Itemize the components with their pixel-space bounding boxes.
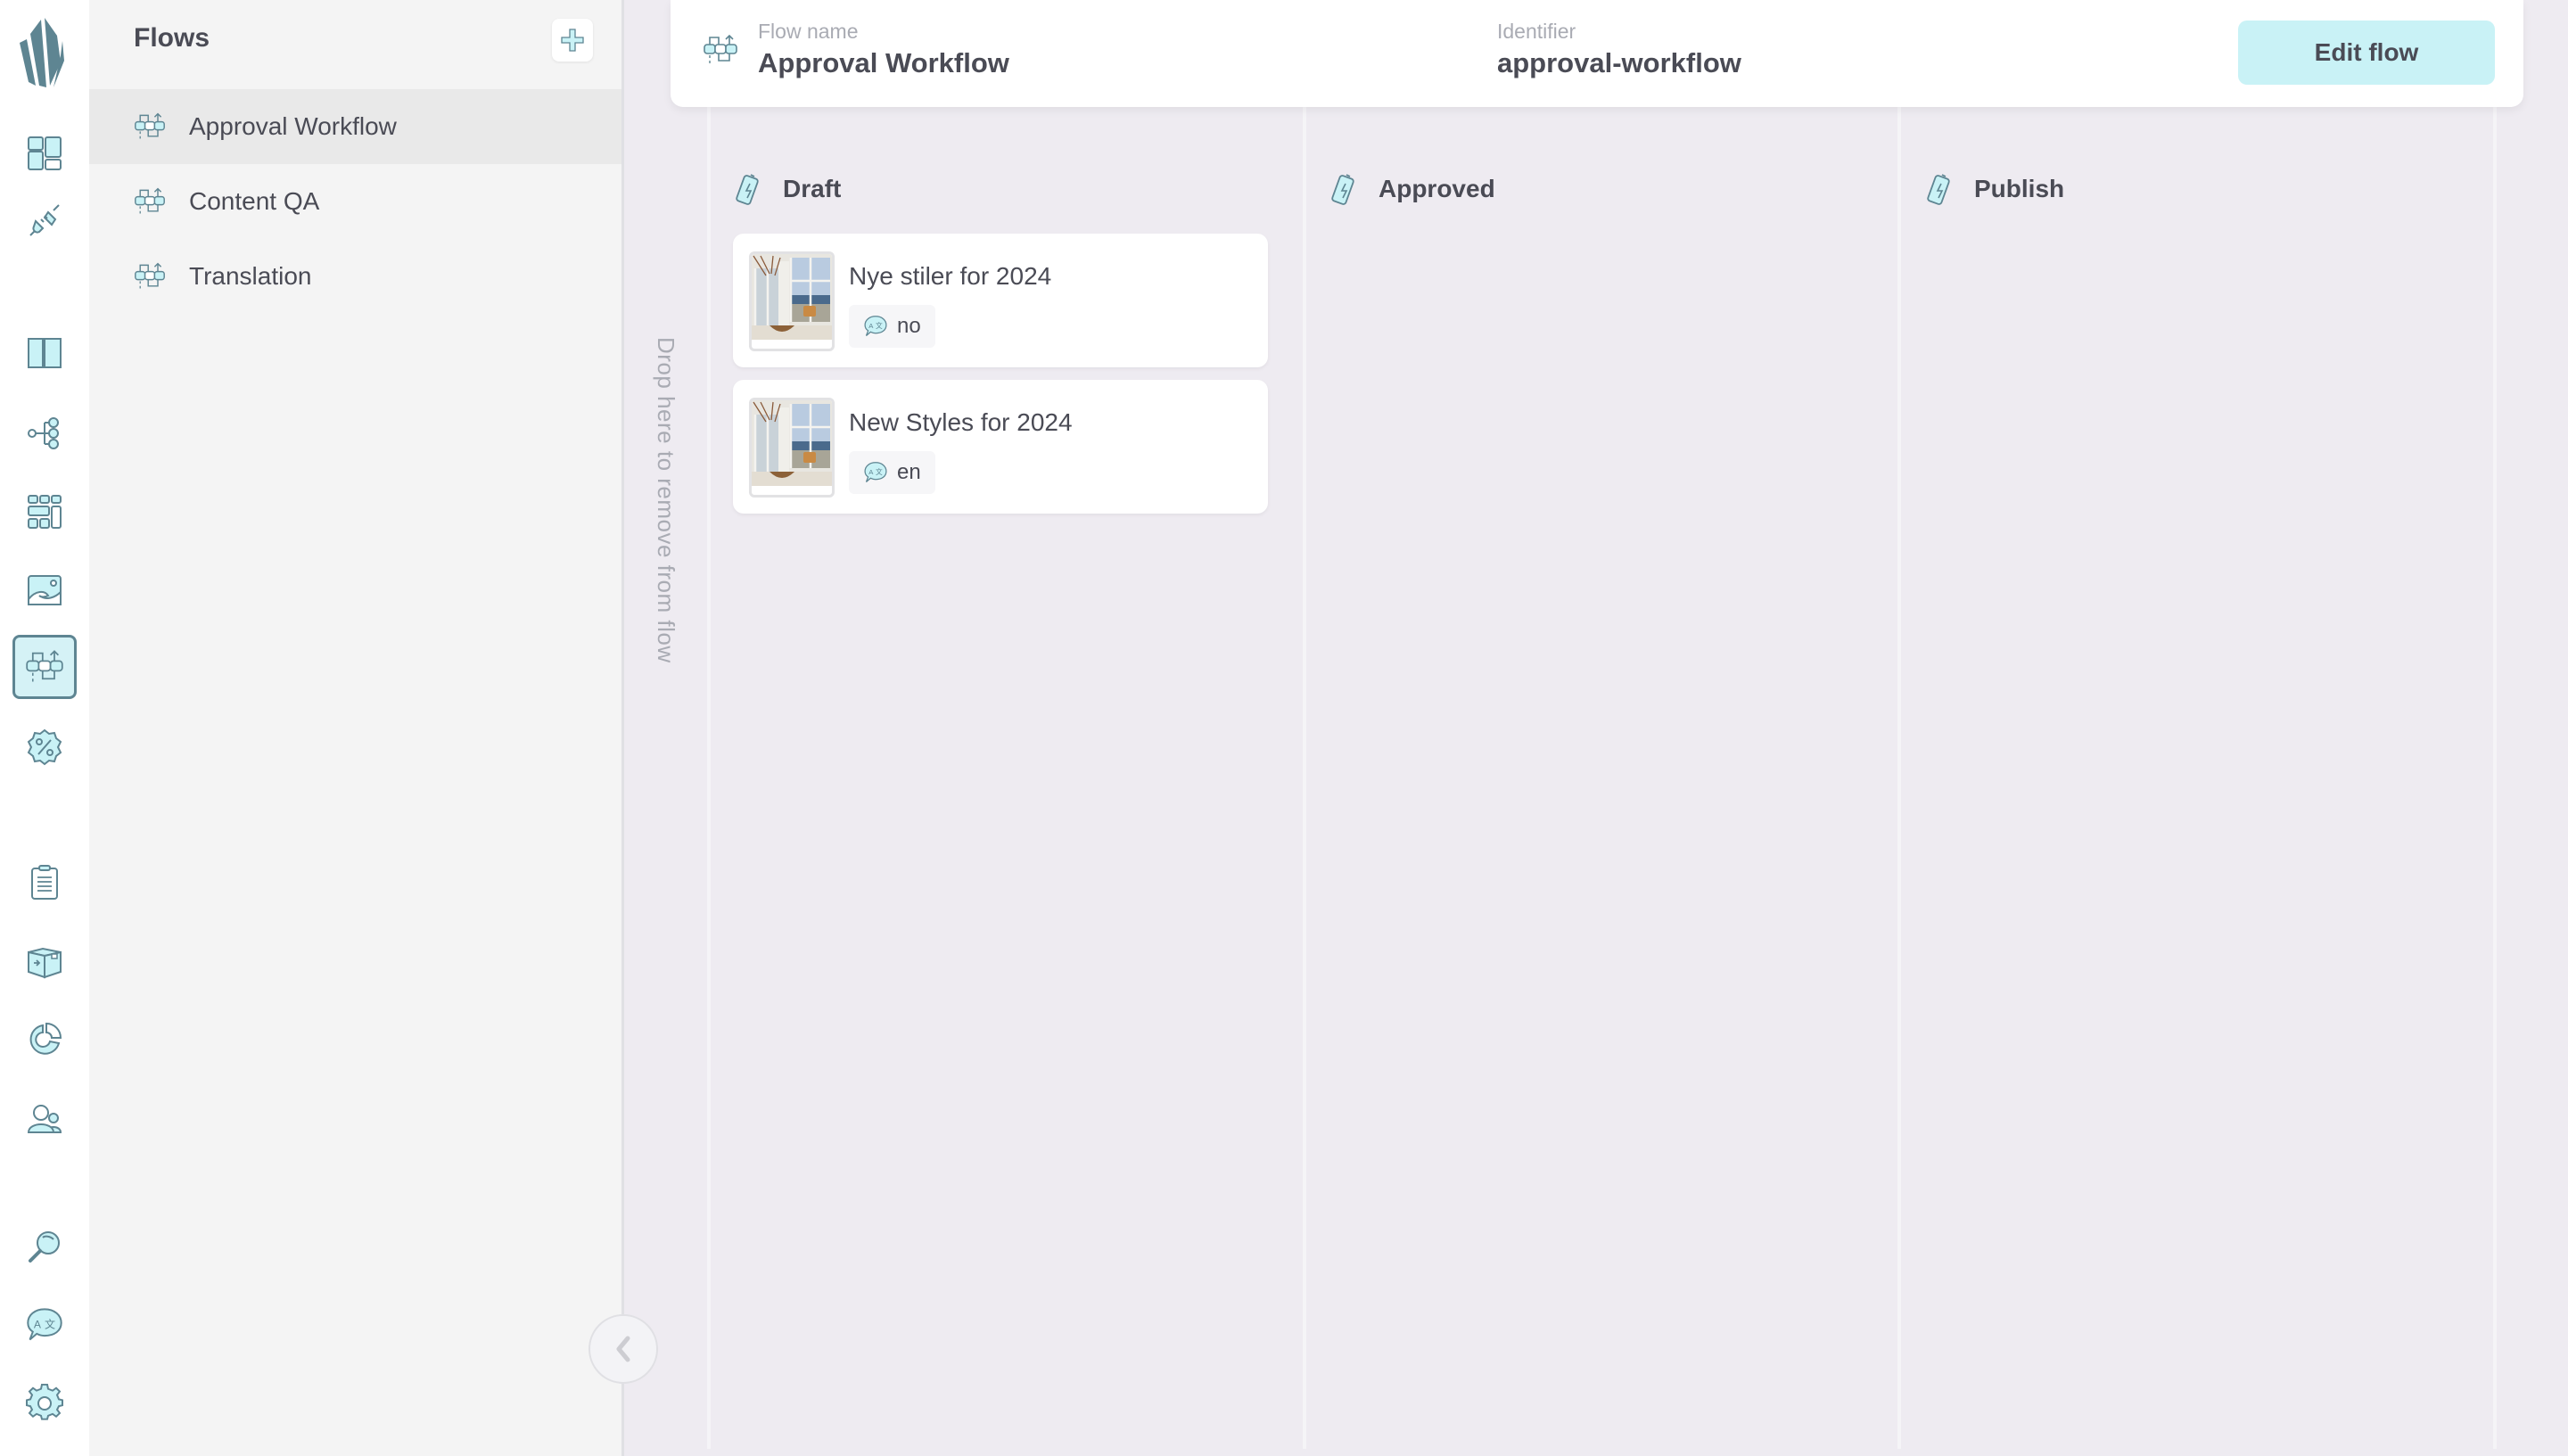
add-flow-button[interactable] [552, 19, 593, 62]
gear-icon [26, 1384, 63, 1420]
edit-flow-button[interactable]: Edit flow [2238, 21, 2495, 85]
logo-icon[interactable] [16, 14, 73, 89]
column-divider [707, 107, 711, 1449]
plus-icon [561, 29, 584, 52]
identifier-field: Identifier approval-workflow [1497, 20, 1741, 79]
flow-card[interactable]: Nye stiler for 2024 no [733, 234, 1268, 367]
flow-card[interactable]: New Styles for 2024 en [733, 380, 1268, 514]
dashboard-icon [28, 136, 62, 170]
flow-header: Flow name Approval Workflow Identifier a… [671, 0, 2523, 107]
column-divider [2493, 107, 2497, 1449]
stage-icon [733, 171, 767, 207]
flow-icon [134, 111, 166, 143]
rail-item-settings[interactable] [12, 1371, 77, 1435]
rail-item-orders[interactable] [12, 851, 77, 915]
rail-item-flows[interactable] [12, 635, 77, 699]
image-icon [28, 575, 62, 605]
flow-name-label: Flow name [758, 20, 859, 43]
clipboard-icon [31, 865, 58, 900]
stage-icon [1924, 171, 1958, 207]
flows-sidebar: Flows Approval Workflow Content QA Trans… [89, 0, 624, 1456]
discount-icon [27, 728, 62, 766]
translate-icon [863, 314, 888, 339]
flow-icon [134, 185, 166, 218]
flow-item-label: Approval Workflow [189, 112, 397, 140]
box-icon [28, 947, 62, 979]
rail-item-hierarchy[interactable] [12, 401, 77, 465]
rail-item-grid[interactable] [12, 480, 77, 544]
tree-icon [28, 417, 59, 449]
language-code: no [897, 314, 921, 338]
stage-header: Publish [1924, 171, 2064, 207]
flow-icon [134, 260, 166, 292]
flow-item-label: Translation [189, 262, 312, 290]
plug-icon [29, 204, 60, 236]
icon-rail [0, 0, 89, 1456]
search-icon [29, 1231, 60, 1263]
rail-item-dashboard[interactable] [12, 121, 77, 185]
stage-header: Draft [733, 171, 841, 207]
card-title: Nye stiler for 2024 [849, 262, 1052, 290]
rail-item-discounts[interactable] [12, 715, 77, 779]
rail-item-reports[interactable] [12, 1008, 77, 1072]
language-badge: no [849, 305, 935, 348]
flow-item-translation[interactable]: Translation [89, 239, 621, 314]
language-badge: en [849, 451, 935, 494]
translate-icon [863, 460, 888, 485]
stage-title: Draft [783, 175, 842, 202]
rail-item-customers[interactable] [12, 1086, 77, 1150]
translate-icon [25, 1305, 64, 1345]
users-icon [27, 1105, 62, 1133]
card-thumbnail [749, 398, 835, 498]
identifier-label: Identifier [1497, 20, 1576, 43]
column-divider [1897, 107, 1901, 1449]
stage-title: Publish [1974, 175, 2065, 202]
card-thumbnail [749, 251, 835, 351]
flow-name-value: Approval Workflow [758, 47, 1009, 78]
flow-list: Approval Workflow Content QA Translation [89, 89, 621, 314]
rail-item-integrations[interactable] [12, 187, 77, 251]
rail-item-catalogs[interactable] [12, 321, 77, 385]
dropzone-text: Drop here to remove from flow [653, 337, 679, 663]
identifier-value: approval-workflow [1497, 47, 1741, 78]
stage-header: Approved [1329, 171, 1495, 207]
remove-dropzone[interactable] [624, 107, 709, 1456]
flow-item-content-qa[interactable]: Content QA [89, 164, 621, 239]
card-title: New Styles for 2024 [849, 408, 1073, 436]
interior-image [752, 400, 832, 486]
flow-icon [703, 32, 738, 68]
sidebar-title: Flows [134, 23, 210, 53]
column-divider [1303, 107, 1306, 1449]
stage-title: Approved [1379, 175, 1495, 202]
flow-item-label: Content QA [189, 187, 320, 215]
rail-item-media[interactable] [12, 558, 77, 622]
grid-icon [28, 495, 62, 529]
flow-item-approval-workflow[interactable]: Approval Workflow [89, 89, 621, 164]
language-code: en [897, 460, 921, 484]
pie-chart-icon [29, 1022, 62, 1055]
interior-image [752, 254, 832, 340]
rail-item-translations[interactable] [12, 1293, 77, 1357]
rail-item-shipping[interactable] [12, 929, 77, 993]
rail-item-search[interactable] [12, 1214, 77, 1279]
flow-name-field: Flow name Approval Workflow [758, 20, 1009, 79]
stage-icon [1329, 171, 1362, 207]
flow-icon [25, 647, 64, 687]
book-icon [28, 338, 62, 368]
